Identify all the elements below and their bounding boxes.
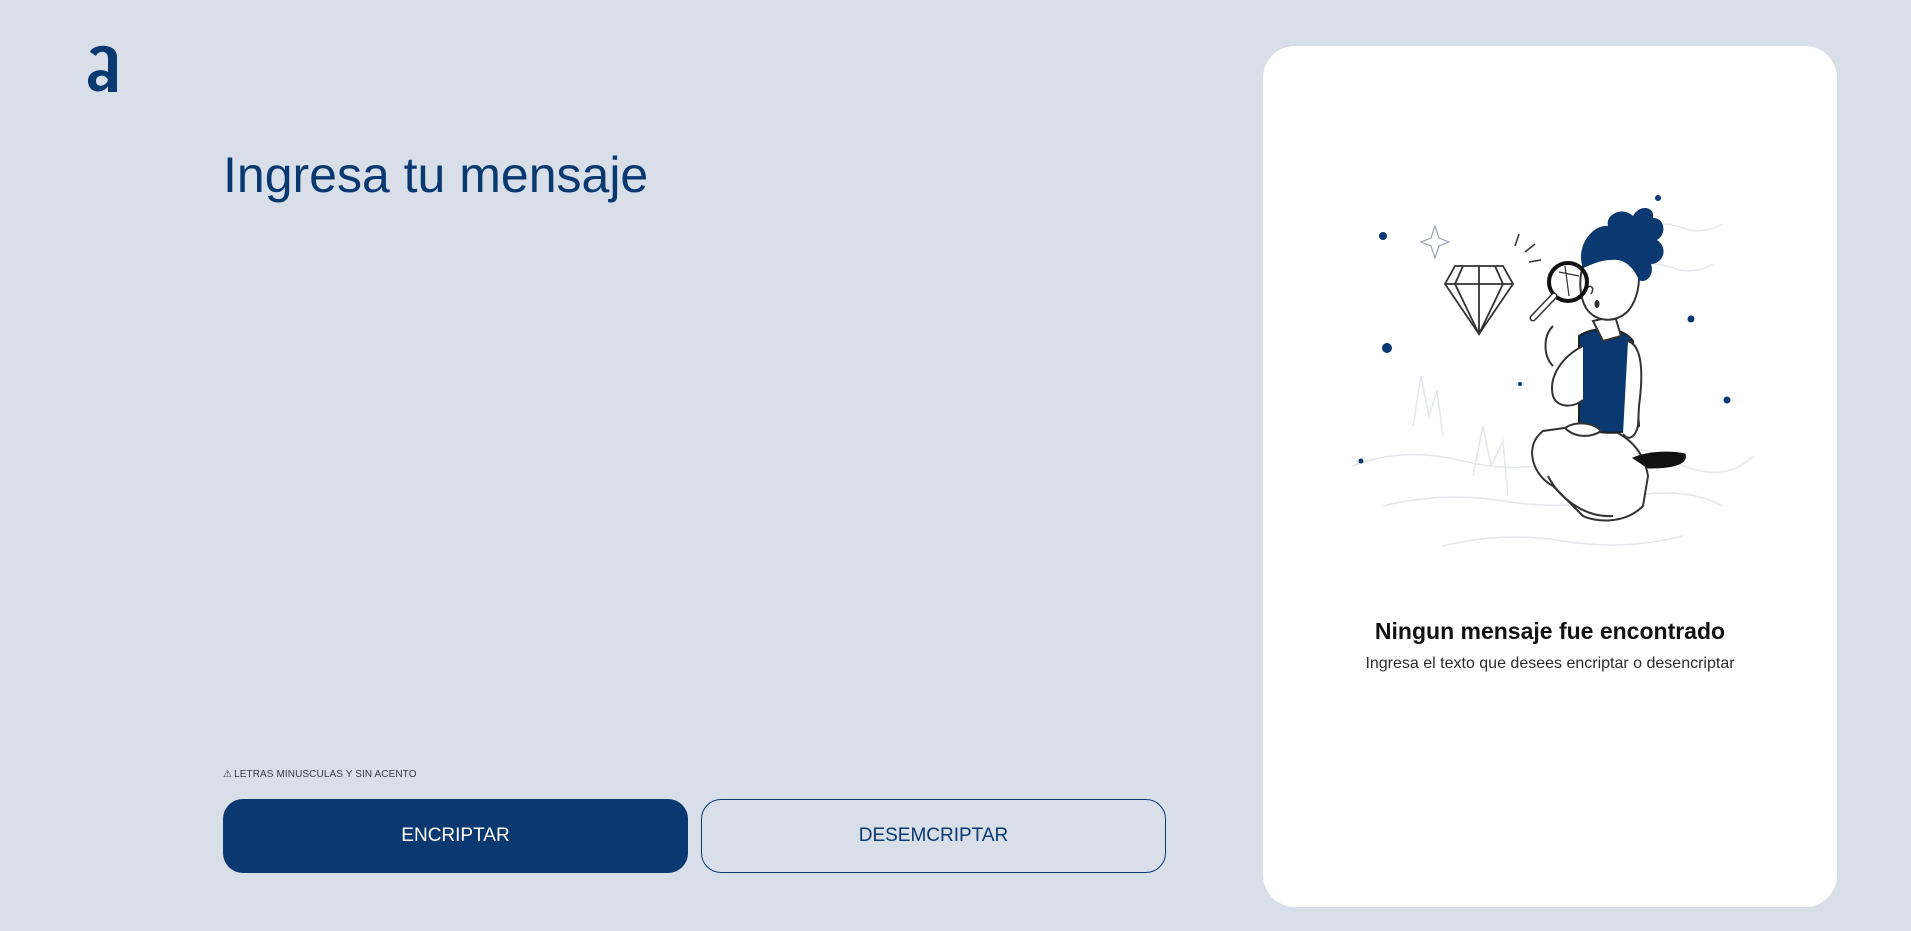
message-input[interactable] (223, 140, 1166, 740)
result-card: Ningun mensaje fue encontrado Ingresa el… (1263, 46, 1837, 907)
empty-state-title: Ningun mensaje fue encontrado (1374, 618, 1726, 644)
hint-text: LETRAS MINUSCULAS Y SIN ACENTO (234, 769, 417, 780)
input-hint: ⚠ LETRAS MINUSCULAS Y SIN ACENTO (223, 769, 417, 780)
decrypt-button[interactable]: DESEMCRIPTAR (701, 799, 1166, 873)
alura-logo-icon (84, 40, 124, 98)
empty-state-subtitle: Ingresa el texto que desees encriptar o … (1365, 655, 1735, 672)
encrypt-button[interactable]: ENCRIPTAR (223, 799, 688, 873)
main-panel: ⚠ LETRAS MINUSCULAS Y SIN ACENTO ENCRIPT… (223, 0, 1166, 931)
warning-icon: ⚠ (223, 769, 233, 780)
person-magnifying-glass-icon (1343, 176, 1754, 616)
